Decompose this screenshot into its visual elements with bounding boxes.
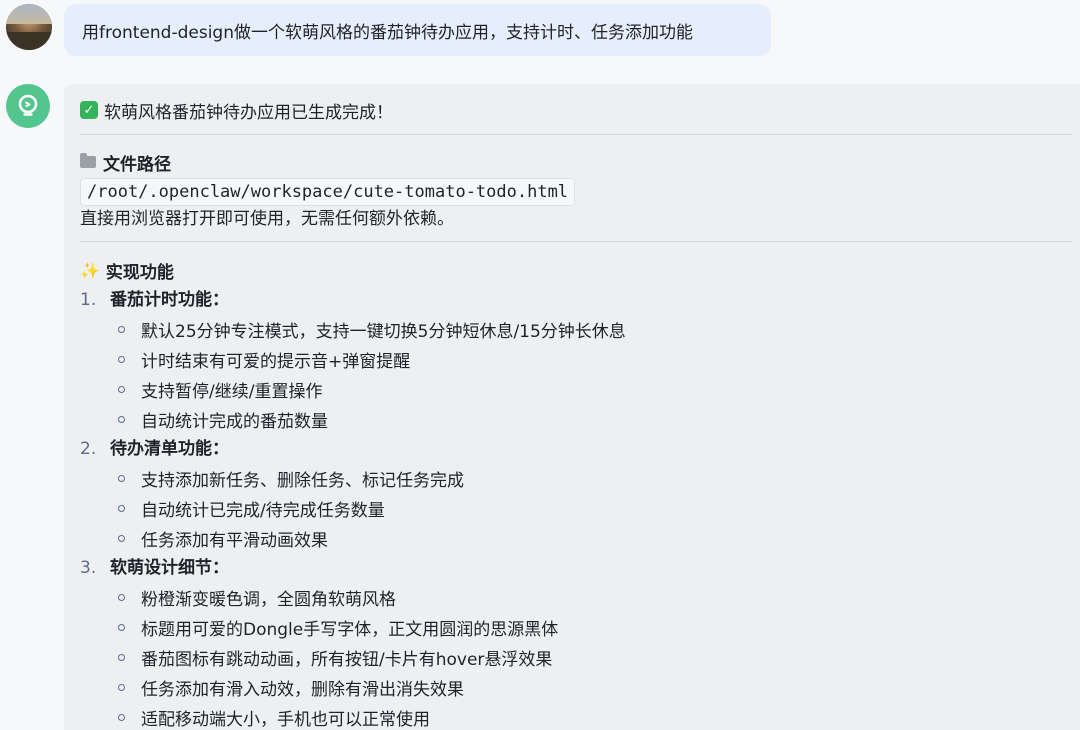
user-avatar[interactable] [6,4,52,50]
sparkle-icon: ✨ [80,260,100,280]
file-path-heading: 文件路径 [80,150,171,175]
features-heading-text: 实现功能 [105,262,174,283]
chat-view: 用frontend-design做一个软萌风格的番茄钟待办应用，支持计时、任务添… [0,0,1080,730]
check-mark-icon: ✓ [80,101,98,119]
list-item-text: 任务添加有滑入动效，删除有滑出消失效果 [141,679,464,700]
list-item-text: 粉橙渐变暖色调，全圆角软萌风格 [141,589,396,610]
user-message-bubble: 用frontend-design做一个软萌风格的番茄钟待办应用，支持计时、任务添… [64,4,771,56]
file-path-code[interactable]: /root/.openclaw/workspace/cute-tomato-to… [80,178,576,206]
list-item-text: 支持添加新任务、删除任务、标记任务完成 [141,470,464,491]
file-path-heading-text: 文件路径 [103,154,171,175]
bullet-marker [118,415,125,423]
features-heading: ✨ 实现功能 [80,258,174,283]
list-item-text: 计时结束有可爱的提示音+弹窗提醒 [141,351,411,372]
list-item: 默认25分钟专注模式，支持一键切换5分钟短休息/15分钟长休息 [118,314,626,344]
feature-item: 3. [80,555,96,581]
bullet-marker [118,713,125,721]
feature-item-title: 软萌设计细节： [110,558,229,578]
bullet-marker [118,355,125,363]
list-item: 适配移动端大小，手机也可以正常使用 [118,702,430,730]
feature-item-title: 番茄计时功能： [110,290,229,310]
list-item: 自动统计已完成/待完成任务数量 [118,493,385,523]
list-item: 任务添加有平滑动画效果 [118,523,328,553]
list-number: 2. [80,439,97,459]
file-path-note: 直接用浏览器打开即可使用，无需任何额外依赖。 [80,209,454,229]
list-item-text: 适配移动端大小，手机也可以正常使用 [141,709,430,730]
list-item-text: 番茄图标有跳动动画，所有按钮/卡片有hover悬浮效果 [141,649,553,670]
list-item-text: 支持暂停/继续/重置操作 [141,381,323,402]
list-item: 支持暂停/继续/重置操作 [118,374,322,404]
list-item: 任务添加有滑入动效，删除有滑出消失效果 [118,672,464,702]
list-item-text: 自动统计完成的番茄数量 [141,411,328,432]
completion-status-text: 软萌风格番茄钟待办应用已生成完成！ [104,102,393,123]
bullet-marker [118,385,125,393]
feature-item: 2. [80,436,96,462]
list-item: 粉橙渐变暖色调，全圆角软萌风格 [118,582,396,612]
list-number: 3. [80,558,97,578]
bullet-marker [118,534,125,542]
divider [80,241,1072,242]
list-item-text: 标题用可爱的Dongle手写字体，正文用圆润的思源黑体 [141,619,559,640]
list-item-text: 默认25分钟专注模式，支持一键切换5分钟短休息/15分钟长休息 [141,321,626,342]
bullet-marker [118,325,125,333]
bullet-marker [118,623,125,631]
list-item: 计时结束有可爱的提示音+弹窗提醒 [118,344,410,374]
bullet-marker [118,593,125,601]
divider [80,134,1072,135]
bullet-marker [118,683,125,691]
bot-avatar [6,84,50,128]
list-item-text: 自动统计已完成/待完成任务数量 [141,500,385,521]
bullet-marker [118,653,125,661]
list-item: 标题用可爱的Dongle手写字体，正文用圆润的思源黑体 [118,612,558,642]
list-item-text: 任务添加有平滑动画效果 [141,530,328,551]
list-number: 1. [80,290,97,310]
lightbulb-icon [18,94,38,116]
folder-icon [80,153,96,168]
list-item: 支持添加新任务、删除任务、标记任务完成 [118,463,464,493]
completion-status: ✓ 软萌风格番茄钟待办应用已生成完成！ [80,97,393,123]
feature-item: 1. [80,287,96,313]
bullet-marker [118,474,125,482]
bullet-marker [118,504,125,512]
user-message-text: 用frontend-design做一个软萌风格的番茄钟待办应用，支持计时、任务添… [82,22,693,43]
list-item: 番茄图标有跳动动画，所有按钮/卡片有hover悬浮效果 [118,642,552,672]
feature-item-title: 待办清单功能： [110,439,229,459]
list-item: 自动统计完成的番茄数量 [118,404,328,434]
